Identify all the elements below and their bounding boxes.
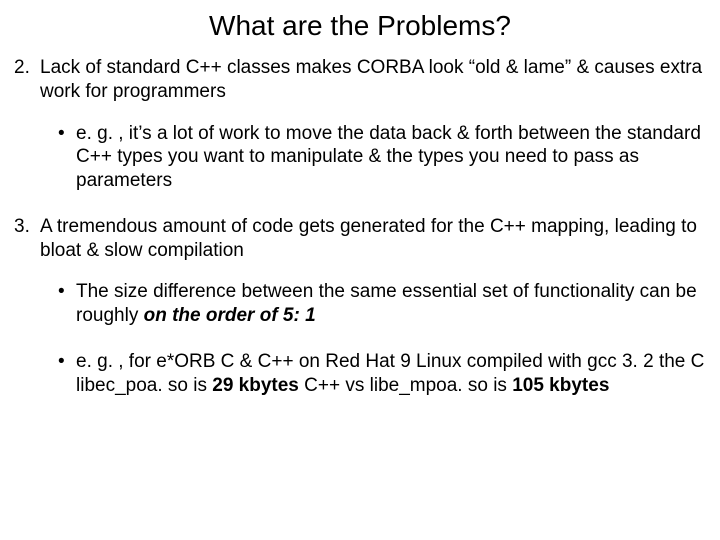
list-text: e. g. , it’s a lot of work to move the d… [76,122,706,193]
list-text: Lack of standard C++ classes makes CORBA… [40,56,706,104]
text-run: C++ vs libe_mpoa. so is [299,375,512,396]
list-marker: 2. [14,56,40,104]
slide: What are the Problems? 2. Lack of standa… [0,0,720,540]
slide-title: What are the Problems? [14,10,706,42]
bullet-icon: • [58,280,76,328]
list-item-2: 2. Lack of standard C++ classes makes CO… [14,56,706,104]
list-item-3-sub1: • The size difference between the same e… [14,280,706,328]
list-item-3: 3. A tremendous amount of code gets gene… [14,215,706,263]
list-text: A tremendous amount of code gets generat… [40,215,706,263]
text-run-bold: on the order of 5: 1 [144,305,316,326]
text-run-bold: 29 kbytes [212,375,299,396]
list-item-3-sub2: • e. g. , for e*ORB C & C++ on Red Hat 9… [14,350,706,398]
list-text: The size difference between the same ess… [76,280,706,328]
text-run-bold: 105 kbytes [512,375,609,396]
list-text: e. g. , for e*ORB C & C++ on Red Hat 9 L… [76,350,706,398]
bullet-icon: • [58,122,76,193]
list-item-2-sub1: • e. g. , it’s a lot of work to move the… [14,122,706,193]
bullet-icon: • [58,350,76,398]
list-marker: 3. [14,215,40,263]
